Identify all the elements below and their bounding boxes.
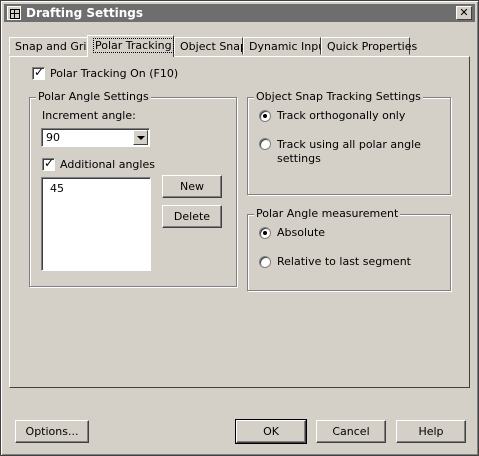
tab-polar-tracking[interactable]: Polar Tracking [87,35,174,57]
tab-dynamic-input[interactable]: Dynamic Input [243,37,330,55]
track-orthogonally-radio[interactable] [259,110,271,122]
list-item[interactable]: 45 [50,182,64,195]
track-polar-radio[interactable] [259,138,271,150]
relative-radio[interactable] [259,256,271,268]
increment-angle-select[interactable]: 90 [41,128,150,147]
tab-snap-and-grid[interactable]: Snap and Grid [9,37,93,55]
title-bar: Drafting Settings ✕ [4,4,475,22]
options-button[interactable]: Options... [15,420,89,443]
tab-quick-properties[interactable]: Quick Properties [321,37,417,55]
increment-angle-label: Increment angle: [42,109,136,122]
close-icon[interactable]: ✕ [456,6,472,20]
help-button[interactable]: Help [396,420,466,443]
increment-angle-value: 90 [46,131,60,144]
cancel-button[interactable]: Cancel [316,420,386,443]
delete-button[interactable]: Delete [162,205,222,228]
additional-angles-checkbox[interactable]: ✓ [42,156,55,171]
drafting-settings-icon [7,6,21,20]
polar-tracking-on-label: Polar Tracking On (F10) [50,67,179,80]
absolute-radio[interactable] [259,227,271,239]
track-polar-label: Track using all polar angle [277,138,421,151]
polar-angle-measurement-title: Polar Angle measurement [254,207,401,220]
tab-polar-tracking-label: Polar Tracking [93,38,174,53]
polar-angle-settings-title: Polar Angle Settings [36,90,151,103]
new-button[interactable]: New [162,175,222,198]
relative-label: Relative to last segment [277,255,411,268]
checkmark-icon: ✓ [44,156,55,170]
chevron-down-icon[interactable] [133,130,148,145]
window-title: Drafting Settings [26,6,143,20]
polar-tracking-on-checkbox[interactable]: ✓ [32,65,45,80]
additional-angles-list[interactable]: 45 [41,177,151,271]
drafting-settings-dialog: Drafting Settings ✕ Snap and Grid Polar … [0,0,479,456]
checkmark-icon: ✓ [34,65,45,79]
radio-dot [263,231,267,235]
tab-object-snap[interactable]: Object Snap [174,37,247,55]
absolute-label: Absolute [277,226,326,239]
object-snap-tracking-title: Object Snap Tracking Settings [254,90,423,103]
ok-button[interactable]: OK [235,419,307,444]
radio-dot [263,114,267,118]
additional-angles-label: Additional angles [60,158,155,171]
track-orthogonally-label: Track orthogonally only [277,109,406,122]
track-polar-label-line2: settings [277,152,321,165]
